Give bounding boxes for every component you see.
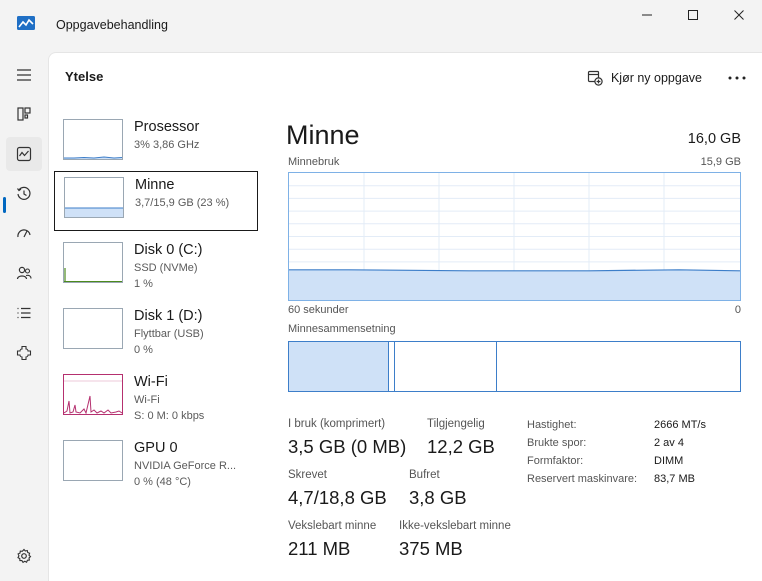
- device-type: SSD (NVMe): [134, 262, 198, 274]
- app-history-icon: [17, 186, 31, 200]
- settings-icon: [17, 548, 32, 564]
- nav-processes[interactable]: [6, 97, 42, 131]
- paged-pool-value: 211 MB: [288, 538, 351, 559]
- details-icon: [17, 307, 31, 319]
- spec-speed-value: 2666 MT/s: [654, 419, 706, 431]
- wifi-thumbnail-graph: [63, 374, 123, 415]
- device-name: Prosessor: [134, 119, 200, 135]
- device-name: Disk 0 (C:): [134, 242, 203, 258]
- memory-thumbnail-graph: [64, 177, 124, 218]
- navigation-rail: [0, 52, 48, 581]
- minimize-icon: [642, 14, 652, 16]
- more-options-icon: [728, 76, 746, 80]
- device-type: Wi-Fi: [134, 394, 160, 406]
- task-manager-app-icon: [17, 16, 35, 30]
- run-new-task-button[interactable]: Kjør ny oppgave: [587, 66, 702, 90]
- device-throughput: S: 0 M: 0 kbps: [134, 410, 205, 422]
- spec-speed-label: Hastighet:: [527, 419, 577, 431]
- memory-usage-max: 15,9 GB: [700, 156, 741, 168]
- run-new-task-label: Kjør ny oppgave: [610, 71, 702, 85]
- menu-icon: [17, 69, 31, 81]
- device-gpu-0[interactable]: GPU 0 NVIDIA GeForce R... 0 % (48 °C): [54, 435, 258, 495]
- hamburger-menu-button[interactable]: [6, 58, 42, 92]
- users-icon: [16, 266, 32, 280]
- close-icon: [734, 10, 744, 20]
- nav-startup-apps[interactable]: [6, 217, 42, 251]
- spec-slots-value: 2 av 4: [654, 437, 684, 449]
- startup-apps-icon: [17, 229, 31, 238]
- device-usage: 0 %: [134, 344, 153, 356]
- close-button[interactable]: [716, 0, 762, 30]
- available-label: Tilgjengelig: [427, 418, 485, 430]
- window-title: Oppgavebehandling: [56, 18, 168, 32]
- device-name: Minne: [135, 177, 175, 193]
- spec-form-factor-value: DIMM: [654, 455, 684, 467]
- total-memory: 16,0 GB: [687, 131, 741, 147]
- resource-title: Minne: [286, 120, 360, 150]
- spec-reserved-label: Reservert maskinvare:: [527, 473, 638, 485]
- memory-composition-bar: [288, 341, 741, 392]
- services-icon: [16, 345, 32, 361]
- cached-value: 3,8 GB: [409, 487, 467, 508]
- title-bar: Oppgavebehandling: [0, 0, 762, 52]
- memory-composition-label: Minnesammensetning: [288, 323, 396, 335]
- memory-usage-graph: [288, 172, 741, 301]
- device-detail: 3,7/15,9 GB (23 %): [135, 197, 230, 209]
- device-disk-1[interactable]: Disk 1 (D:) Flyttbar (USB) 0 %: [54, 303, 258, 363]
- device-detail: 3% 3,86 GHz: [134, 139, 200, 151]
- nav-services[interactable]: [6, 336, 42, 370]
- run-task-icon: [587, 70, 603, 86]
- nav-users[interactable]: [6, 256, 42, 290]
- device-usage: 1 %: [134, 278, 153, 290]
- processor-thumbnail-graph: [63, 119, 123, 160]
- device-name: Disk 1 (D:): [134, 308, 203, 324]
- device-name: GPU 0: [134, 440, 178, 456]
- processes-icon: [17, 107, 31, 121]
- in-use-value: 3,5 GB (0 MB): [288, 436, 407, 457]
- in-use-label: I bruk (komprimert): [288, 418, 386, 430]
- composition-standby: [496, 342, 497, 391]
- maximize-icon: [688, 10, 698, 20]
- committed-label: Skrevet: [288, 469, 327, 481]
- content-surface: Ytelse Kjør ny oppgave Prosessor 3% 3,86…: [48, 52, 762, 581]
- paged-pool-label: Vekslebart minne: [288, 520, 377, 532]
- non-paged-pool-value: 375 MB: [399, 538, 463, 559]
- device-usage: 0 % (48 °C): [134, 476, 191, 488]
- memory-usage-area: [289, 269, 740, 300]
- maximize-button[interactable]: [670, 0, 716, 30]
- device-memory[interactable]: Minne 3,7/15,9 GB (23 %): [54, 171, 258, 231]
- nav-details[interactable]: [6, 296, 42, 330]
- spec-slots-label: Brukte spor:: [527, 437, 587, 449]
- spec-form-factor-label: Formfaktor:: [527, 455, 584, 467]
- spec-reserved-value: 83,7 MB: [654, 473, 695, 485]
- disk-1-thumbnail-graph: [63, 308, 123, 349]
- more-options-button[interactable]: [726, 67, 748, 89]
- committed-value: 4,7/18,8 GB: [288, 487, 387, 508]
- device-name: Wi-Fi: [134, 374, 168, 390]
- composition-in-use: [289, 342, 389, 391]
- device-disk-0[interactable]: Disk 0 (C:) SSD (NVMe) 1 %: [54, 237, 258, 297]
- device-processor[interactable]: Prosessor 3% 3,86 GHz: [54, 114, 258, 174]
- nav-settings[interactable]: [6, 539, 42, 573]
- non-paged-pool-label: Ikke-vekslebart minne: [399, 520, 511, 532]
- minimize-button[interactable]: [624, 0, 670, 30]
- device-model: NVIDIA GeForce R...: [134, 460, 237, 472]
- cached-label: Bufret: [409, 469, 440, 481]
- performance-icon: [16, 146, 32, 162]
- time-now-label: 0: [734, 304, 741, 316]
- device-wifi[interactable]: Wi-Fi Wi-Fi S: 0 M: 0 kbps: [54, 369, 258, 429]
- device-type: Flyttbar (USB): [134, 328, 204, 340]
- composition-modified: [394, 342, 395, 391]
- nav-app-history[interactable]: [6, 177, 42, 211]
- gpu-thumbnail-graph: [63, 440, 123, 481]
- time-window-label: 60 sekunder: [288, 304, 349, 316]
- available-value: 12,2 GB: [427, 436, 495, 457]
- nav-performance[interactable]: [6, 137, 42, 171]
- memory-usage-label: Minnebruk: [288, 156, 340, 168]
- page-title: Ytelse: [65, 69, 104, 84]
- disk-0-thumbnail-graph: [63, 242, 123, 283]
